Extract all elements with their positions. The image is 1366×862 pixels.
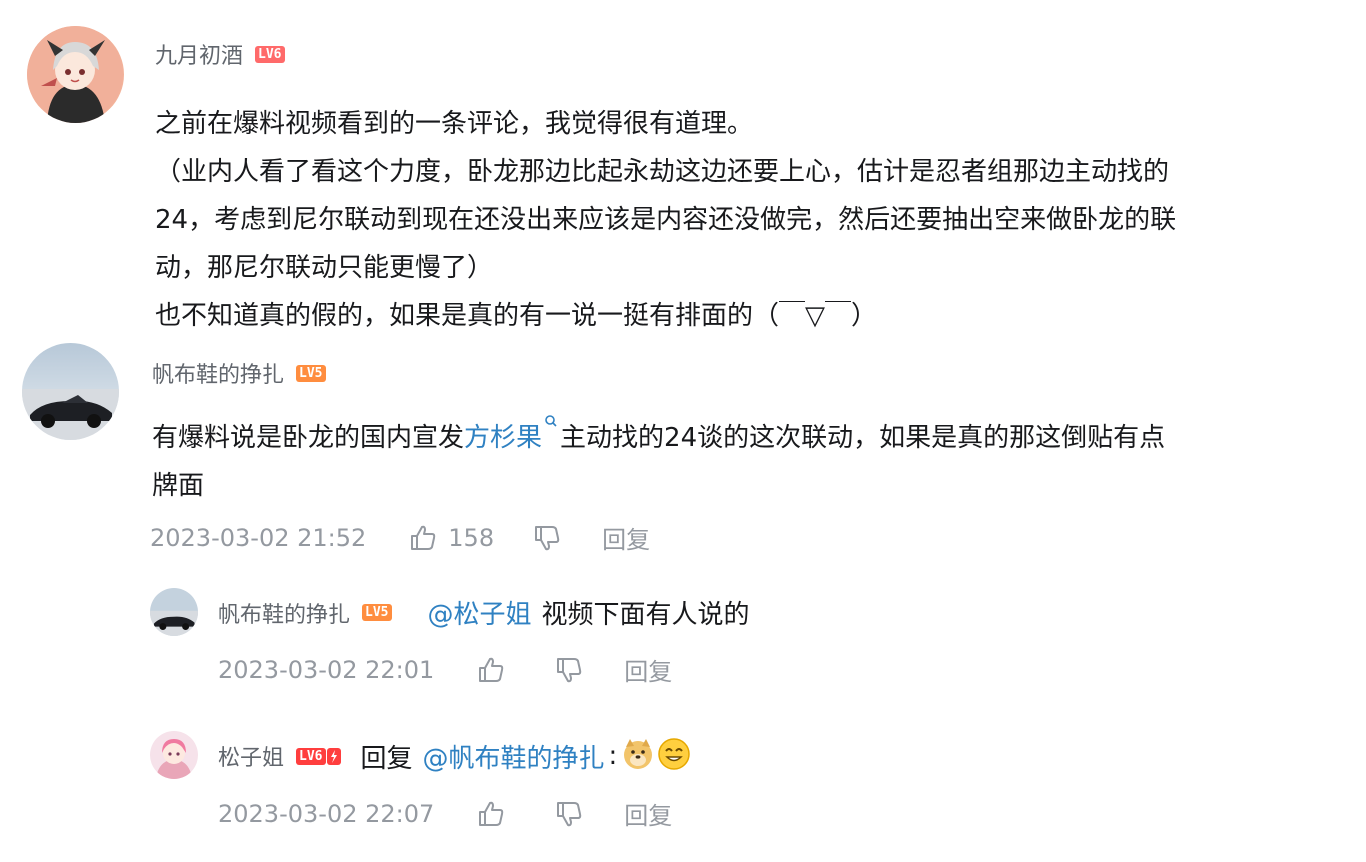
doge-emoji-icon <box>621 737 655 775</box>
comment-text-line: （业内人看了看这个力度，卧龙那边比起永劫这边还要上心，估计是忍者组那边主动找的 <box>155 157 1170 187</box>
comment-text-line: 之前在爆料视频看到的一条评论，我觉得很有道理。 <box>155 109 754 139</box>
comment-text-line: 24，考虑到尼尔联动到现在还没出来应该是内容还没做完，然后还要抽出空来做卧龙的联 <box>155 205 1177 235</box>
thumbs-down-icon[interactable] <box>554 799 584 829</box>
thumbs-up-icon[interactable] <box>476 655 506 685</box>
avatar[interactable] <box>22 343 119 440</box>
level-badge: LV6 <box>255 45 285 63</box>
search-icon[interactable] <box>544 414 558 430</box>
comment-text-line: 也不知道真的假的，如果是真的有一说一挺有排面的（￣▽￣） <box>155 301 877 331</box>
username[interactable]: 帆布鞋的挣扎 <box>152 357 284 389</box>
comment-text-line: 牌面 <box>152 471 205 501</box>
reply-button[interactable]: 回复 <box>624 796 672 831</box>
reply-suffix: : <box>608 741 618 771</box>
level-badge: LV6 <box>296 747 326 765</box>
thumbs-up-icon[interactable] <box>408 523 438 553</box>
thumbs-down-icon[interactable] <box>532 523 562 553</box>
reply-button[interactable]: 回复 <box>624 652 672 687</box>
comment-text: 有爆料说是卧龙的国内宣发 <box>152 423 465 453</box>
avatar[interactable] <box>150 731 198 779</box>
username[interactable]: 帆布鞋的挣扎 <box>218 597 350 629</box>
thumbs-down-icon[interactable] <box>554 655 584 685</box>
comment-text-line: 动，那尼尔联动只能更慢了） <box>155 253 494 283</box>
timestamp: 2023-03-02 21:52 <box>150 523 367 552</box>
avatar[interactable] <box>27 26 124 123</box>
mention-link[interactable]: @帆布鞋的挣扎 <box>423 738 605 775</box>
reply-button[interactable]: 回复 <box>602 520 650 555</box>
timestamp: 2023-03-02 22:07 <box>218 799 435 828</box>
reply-prefix: 回复 <box>360 743 413 774</box>
comment-text: 主动找的24谈的这次联动，如果是真的那这倒贴有点 <box>560 423 1166 453</box>
username[interactable]: 九月初酒 <box>155 38 243 70</box>
timestamp: 2023-03-02 22:01 <box>218 655 435 684</box>
thumbs-up-icon[interactable] <box>476 799 506 829</box>
level-badge: LV5 <box>362 604 392 621</box>
search-link[interactable]: 方杉果 <box>464 423 542 453</box>
reply-text: 视频下面有人说的 <box>541 600 750 630</box>
mention-link[interactable]: @松子姐 <box>428 594 532 631</box>
smile-emoji-icon <box>657 737 691 775</box>
like-count: 158 <box>448 523 495 552</box>
lightning-icon <box>326 747 341 765</box>
level-badge: LV5 <box>296 364 326 382</box>
username[interactable]: 松子姐 <box>218 740 284 772</box>
avatar[interactable] <box>150 588 198 636</box>
comment-text-line: 有爆料说是卧龙的国内宣发方杉果 主动找的24谈的这次联动，如果是真的那这倒贴有点 <box>152 414 1342 462</box>
